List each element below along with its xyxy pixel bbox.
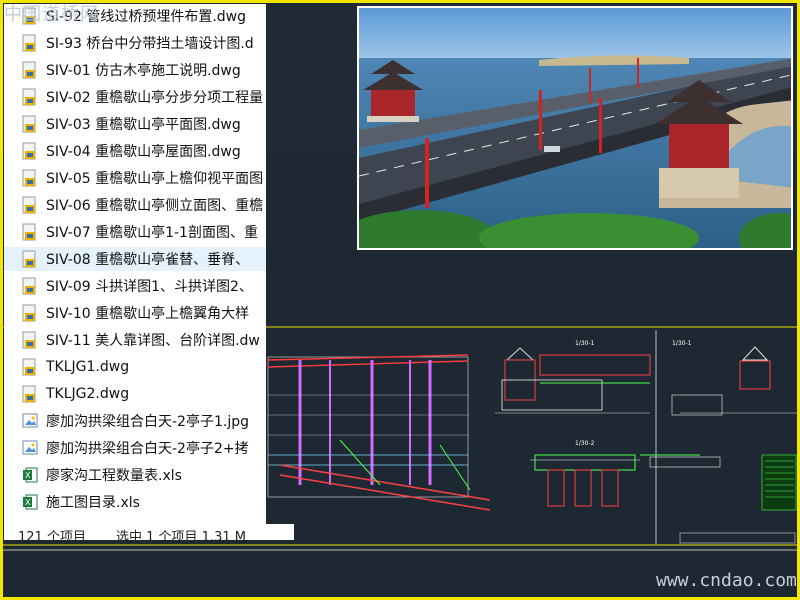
screen-border [0,0,800,600]
